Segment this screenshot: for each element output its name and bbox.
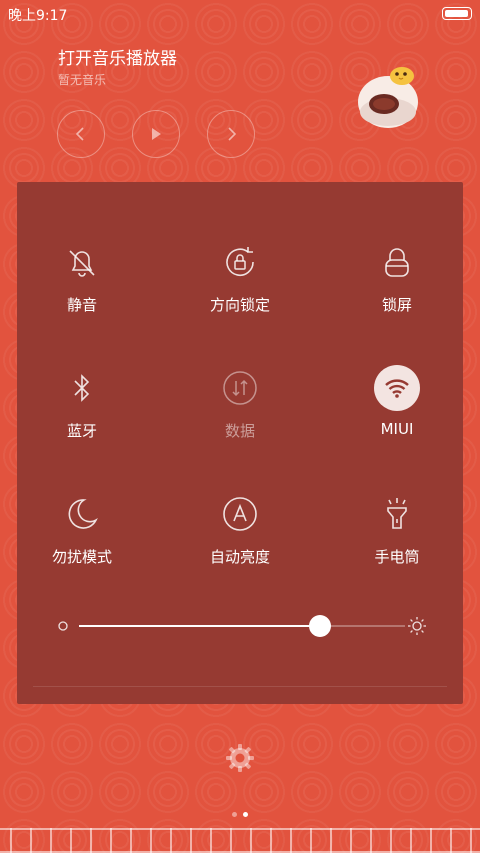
toggle-mute-label: 静音 bbox=[66, 296, 97, 314]
page-dot-active bbox=[243, 812, 248, 817]
toggle-bluetooth[interactable]: 蓝牙 bbox=[22, 364, 142, 441]
toggle-mobile-data[interactable]: 数据 bbox=[180, 364, 300, 441]
page-indicator bbox=[0, 812, 480, 817]
brightness-low-icon bbox=[58, 621, 68, 631]
bluetooth-icon bbox=[74, 374, 90, 402]
brightness-slider[interactable] bbox=[57, 614, 427, 638]
next-button[interactable] bbox=[207, 110, 255, 158]
toggle-rotation-lock[interactable]: 方向锁定 bbox=[180, 238, 300, 315]
moon-icon bbox=[68, 499, 98, 529]
page-dot bbox=[232, 812, 237, 817]
brightness-knob[interactable] bbox=[309, 615, 332, 637]
play-icon bbox=[152, 128, 161, 140]
toggle-flashlight[interactable]: 手电筒 bbox=[337, 490, 457, 567]
play-button[interactable] bbox=[132, 110, 180, 158]
panel-divider bbox=[33, 686, 447, 687]
data-icon bbox=[223, 371, 257, 405]
battery-icon bbox=[442, 7, 472, 20]
toggle-flashlight-label: 手电筒 bbox=[374, 548, 420, 566]
auto-brightness-icon bbox=[223, 497, 257, 531]
toggle-do-not-disturb[interactable]: 勿扰模式 bbox=[22, 490, 142, 567]
toggle-mute[interactable]: 静音 bbox=[22, 238, 142, 315]
previous-button[interactable] bbox=[57, 110, 105, 158]
toggle-auto-brightness-label: 自动亮度 bbox=[209, 548, 270, 566]
settings-gear-icon[interactable] bbox=[224, 742, 256, 774]
next-icon bbox=[228, 127, 237, 141]
mute-bell-icon bbox=[69, 250, 95, 277]
toggle-lock-screen[interactable]: 锁屏 bbox=[337, 238, 457, 315]
status-bar: 晚上9:17 bbox=[0, 0, 480, 26]
decorative-border bbox=[0, 828, 480, 853]
toggle-mobile-data-label: 数据 bbox=[224, 422, 255, 440]
quick-settings-panel: 静音 方向锁定 锁屏 蓝牙 数据 MIUI 勿扰模式 自动亮度 手电筒 bbox=[17, 182, 463, 704]
rotation-lock-icon bbox=[226, 247, 254, 277]
toggle-do-not-disturb-label: 勿扰模式 bbox=[51, 548, 112, 566]
wifi-icon bbox=[374, 365, 420, 411]
music-player-title[interactable]: 打开音乐播放器 bbox=[58, 44, 177, 69]
toggle-bluetooth-label: 蓝牙 bbox=[66, 422, 97, 440]
mascot-icon bbox=[358, 67, 418, 128]
flashlight-icon bbox=[387, 498, 407, 529]
music-player-subtitle: 暂无音乐 bbox=[58, 73, 107, 87]
previous-icon bbox=[75, 127, 84, 141]
brightness-high-icon bbox=[408, 617, 426, 635]
status-time: 晚上9:17 bbox=[8, 8, 68, 24]
lock-icon bbox=[385, 248, 409, 277]
toggle-rotation-lock-label: 方向锁定 bbox=[209, 296, 270, 314]
toggle-lock-screen-label: 锁屏 bbox=[381, 296, 412, 314]
toggle-auto-brightness[interactable]: 自动亮度 bbox=[180, 490, 300, 567]
toggle-wifi-label: MIUI bbox=[380, 420, 414, 438]
toggle-wifi[interactable]: MIUI bbox=[337, 364, 457, 438]
brightness-track bbox=[79, 625, 405, 627]
